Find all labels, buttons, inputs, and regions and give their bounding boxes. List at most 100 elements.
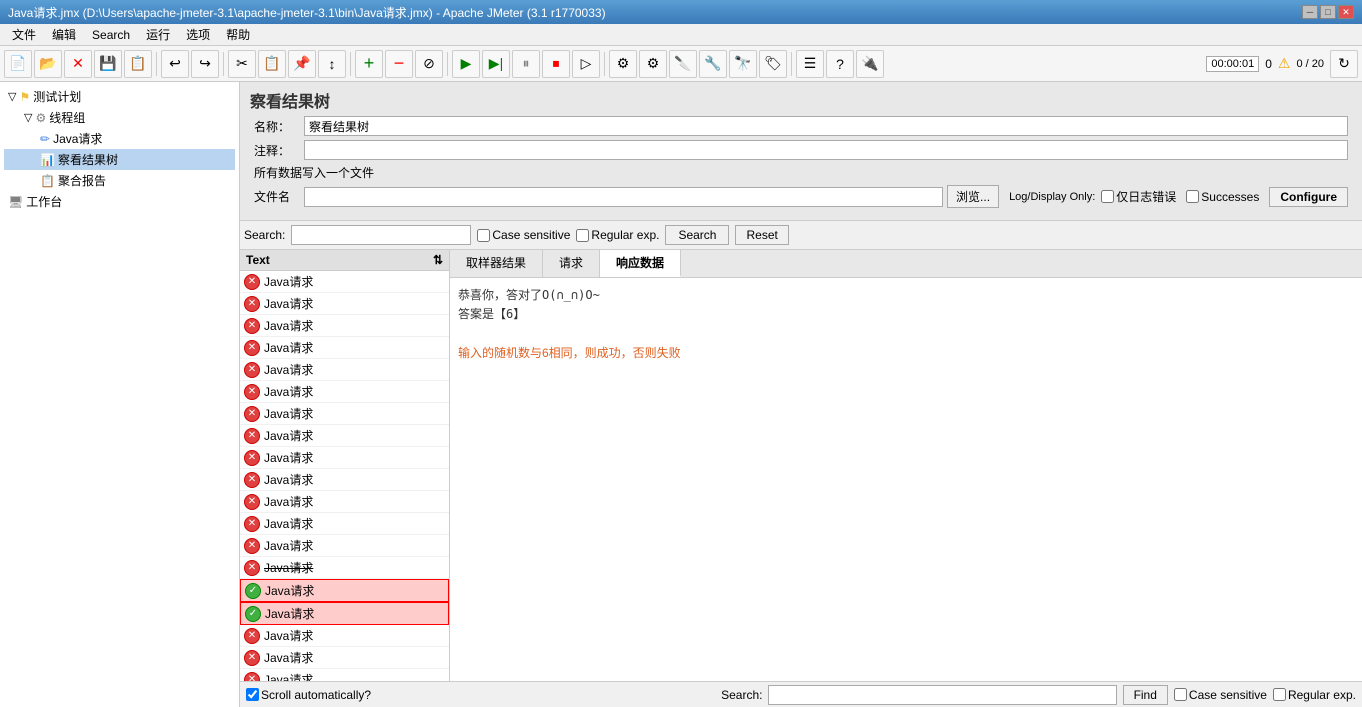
minimize-button[interactable]: ─ bbox=[1302, 5, 1318, 19]
successes-checkbox[interactable] bbox=[1186, 190, 1199, 203]
redo-button[interactable]: ↪ bbox=[191, 50, 219, 78]
result-item[interactable]: ✕Java请求 bbox=[240, 447, 449, 469]
fail-icon: ✕ bbox=[244, 296, 260, 312]
tag-button[interactable]: 🏷 bbox=[759, 50, 787, 78]
copy-button[interactable]: 📋 bbox=[258, 50, 286, 78]
stop-hard-button[interactable]: ⏹ bbox=[542, 50, 570, 78]
fail-icon: ✕ bbox=[244, 384, 260, 400]
menu-run[interactable]: 运行 bbox=[138, 24, 178, 45]
close-button[interactable]: ✕ bbox=[1338, 5, 1354, 19]
paste-button[interactable]: 📌 bbox=[288, 50, 316, 78]
result-item[interactable]: ✕Java请求 bbox=[240, 469, 449, 491]
errors-only-checkbox[interactable] bbox=[1101, 190, 1114, 203]
menu-edit[interactable]: 编辑 bbox=[44, 24, 84, 45]
cut-button[interactable]: ✂ bbox=[228, 50, 256, 78]
tree-item-result-tree[interactable]: 📊 察看结果树 bbox=[4, 149, 235, 170]
menu-help[interactable]: 帮助 bbox=[218, 24, 258, 45]
reset-button[interactable]: Reset bbox=[735, 225, 788, 245]
gear-icon: ⚙ bbox=[35, 111, 46, 125]
add-button[interactable]: + bbox=[355, 50, 383, 78]
close-file-button[interactable]: ✕ bbox=[64, 50, 92, 78]
bottom-regex-checkbox[interactable] bbox=[1273, 688, 1286, 701]
case-sensitive-label[interactable]: Case sensitive bbox=[477, 228, 570, 242]
tool2-button[interactable]: ⚙ bbox=[639, 50, 667, 78]
tree-item-workbench[interactable]: 🖥 工作台 bbox=[4, 191, 235, 212]
tab-request[interactable]: 请求 bbox=[543, 250, 600, 277]
result-item[interactable]: ✕Java请求 bbox=[240, 381, 449, 403]
result-item[interactable]: ✕Java请求 bbox=[240, 513, 449, 535]
result-item[interactable]: ✕Java请求 bbox=[240, 315, 449, 337]
binoculars-button[interactable]: 🔭 bbox=[729, 50, 757, 78]
maximize-button[interactable]: □ bbox=[1320, 5, 1336, 19]
help-button[interactable]: ? bbox=[826, 50, 854, 78]
undo-button[interactable]: ↩ bbox=[161, 50, 189, 78]
scroll-auto-checkbox[interactable] bbox=[246, 688, 259, 701]
window-controls: ─ □ ✕ bbox=[1302, 5, 1354, 19]
remove-button[interactable]: − bbox=[385, 50, 413, 78]
result-item[interactable]: ✕Java请求 bbox=[240, 557, 449, 579]
tab-sampler-result[interactable]: 取样器结果 bbox=[450, 250, 543, 277]
search-row: Search: Case sensitive Regular exp. Sear… bbox=[240, 221, 1362, 250]
tree-item-java-request[interactable]: ✏ Java请求 bbox=[4, 128, 235, 149]
save-as-button[interactable]: 📋 bbox=[124, 50, 152, 78]
result-item[interactable]: ✕Java请求 bbox=[240, 625, 449, 647]
result-item[interactable]: ✕Java请求 bbox=[240, 293, 449, 315]
tree-item-test-plan[interactable]: ▽ ⚑ 测试计划 bbox=[4, 86, 235, 107]
scroll-auto-label[interactable]: Scroll automatically? bbox=[246, 688, 371, 702]
knife-button[interactable]: 🔪 bbox=[669, 50, 697, 78]
open-button[interactable]: 📂 bbox=[34, 50, 62, 78]
result-item-label: Java请求 bbox=[264, 627, 313, 644]
plug-button[interactable]: 🔌 bbox=[856, 50, 884, 78]
tree-item-aggregate[interactable]: 📋 聚合报告 bbox=[4, 170, 235, 191]
result-item[interactable]: ✓Java请求 bbox=[240, 602, 449, 625]
refresh-button[interactable]: ↻ bbox=[1330, 50, 1358, 78]
filename-input[interactable] bbox=[304, 187, 943, 207]
result-item[interactable]: ✕Java请求 bbox=[240, 491, 449, 513]
result-list-scroll[interactable]: ✕Java请求✕Java请求✕Java请求✕Java请求✕Java请求✕Java… bbox=[240, 271, 449, 681]
configure-button[interactable]: Configure bbox=[1269, 187, 1348, 207]
new-button[interactable]: 📄 bbox=[4, 50, 32, 78]
result-item[interactable]: ✕Java请求 bbox=[240, 647, 449, 669]
errors-only-checkbox-label[interactable]: 仅日志错误 bbox=[1101, 188, 1176, 205]
result-item[interactable]: ✕Java请求 bbox=[240, 403, 449, 425]
tool1-button[interactable]: ⚙ bbox=[609, 50, 637, 78]
regex-checkbox[interactable] bbox=[576, 229, 589, 242]
result-item[interactable]: ✓Java请求 bbox=[240, 579, 449, 602]
case-sensitive-checkbox[interactable] bbox=[477, 229, 490, 242]
response-line2: 答案是【6】 bbox=[458, 305, 1354, 324]
menu-file[interactable]: 文件 bbox=[4, 24, 44, 45]
list-button[interactable]: ☰ bbox=[796, 50, 824, 78]
workbench-icon: 🖥 bbox=[8, 195, 23, 209]
find-button[interactable]: Find bbox=[1123, 685, 1168, 705]
remote-run-button[interactable]: ▷ bbox=[572, 50, 600, 78]
result-item[interactable]: ✕Java请求 bbox=[240, 359, 449, 381]
bottom-search-input[interactable] bbox=[768, 685, 1116, 705]
result-item[interactable]: ✕Java请求 bbox=[240, 337, 449, 359]
expand-button[interactable]: ↕ bbox=[318, 50, 346, 78]
menu-options[interactable]: 选项 bbox=[178, 24, 218, 45]
run-all-button[interactable]: ▶| bbox=[482, 50, 510, 78]
bottom-case-sensitive-checkbox[interactable] bbox=[1174, 688, 1187, 701]
comment-input[interactable] bbox=[304, 140, 1348, 160]
menu-search[interactable]: Search bbox=[84, 26, 138, 44]
save-button[interactable]: 💾 bbox=[94, 50, 122, 78]
result-item[interactable]: ✕Java请求 bbox=[240, 271, 449, 293]
settings-button[interactable]: 🔧 bbox=[699, 50, 727, 78]
bottom-case-sensitive-label[interactable]: Case sensitive bbox=[1174, 688, 1267, 702]
successes-checkbox-label[interactable]: Successes bbox=[1186, 190, 1259, 204]
tab-response-data[interactable]: 响应数据 bbox=[600, 250, 681, 277]
result-item[interactable]: ✕Java请求 bbox=[240, 669, 449, 681]
name-input[interactable] bbox=[304, 116, 1348, 136]
bottom-regex-label[interactable]: Regular exp. bbox=[1273, 688, 1356, 702]
stop-button[interactable]: ⏸ bbox=[512, 50, 540, 78]
result-item[interactable]: ✕Java请求 bbox=[240, 535, 449, 557]
tree-label-test-plan: 测试计划 bbox=[33, 88, 81, 105]
regex-label[interactable]: Regular exp. bbox=[576, 228, 659, 242]
search-input[interactable] bbox=[291, 225, 471, 245]
search-button[interactable]: Search bbox=[665, 225, 729, 245]
clear-button[interactable]: ⊘ bbox=[415, 50, 443, 78]
browse-button[interactable]: 浏览... bbox=[947, 185, 999, 208]
run-button[interactable]: ▶ bbox=[452, 50, 480, 78]
tree-item-thread-group[interactable]: ▽ ⚙ 线程组 bbox=[4, 107, 235, 128]
result-item[interactable]: ✕Java请求 bbox=[240, 425, 449, 447]
